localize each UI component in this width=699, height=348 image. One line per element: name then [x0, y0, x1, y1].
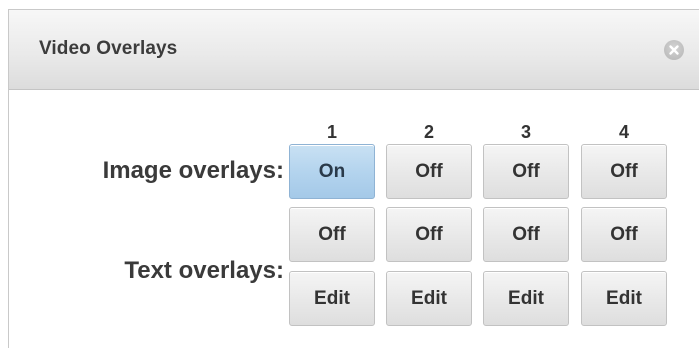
column-header-4: 4: [618, 122, 629, 142]
text-overlay-3-toggle[interactable]: Off: [483, 207, 569, 262]
text-overlays-label: Text overlays:: [124, 257, 284, 284]
column-header-2: 2: [423, 122, 434, 142]
image-overlay-3-toggle[interactable]: Off: [483, 144, 569, 199]
dialog-header: Video Overlays: [9, 10, 699, 90]
image-overlays-label: Image overlays:: [102, 157, 284, 184]
image-overlay-2-toggle[interactable]: Off: [386, 144, 472, 199]
text-overlay-2-toggle[interactable]: Off: [386, 207, 472, 262]
video-overlays-dialog: Video Overlays 1 2 3 4 Image overlays: O…: [8, 9, 699, 348]
text-overlay-4-toggle[interactable]: Off: [581, 207, 667, 262]
image-overlay-1-toggle[interactable]: On: [289, 144, 375, 199]
image-overlay-4-toggle[interactable]: Off: [581, 144, 667, 199]
column-header-3: 3: [520, 122, 531, 142]
dialog-title: Video Overlays: [39, 38, 178, 59]
column-header-1: 1: [326, 122, 337, 142]
text-overlay-4-edit-button[interactable]: Edit: [581, 271, 667, 326]
text-overlay-2-edit-button[interactable]: Edit: [386, 271, 472, 326]
text-overlay-1-edit-button[interactable]: Edit: [289, 271, 375, 326]
text-overlay-1-toggle[interactable]: Off: [289, 207, 375, 262]
text-overlay-3-edit-button[interactable]: Edit: [483, 271, 569, 326]
close-icon[interactable]: [664, 40, 684, 60]
